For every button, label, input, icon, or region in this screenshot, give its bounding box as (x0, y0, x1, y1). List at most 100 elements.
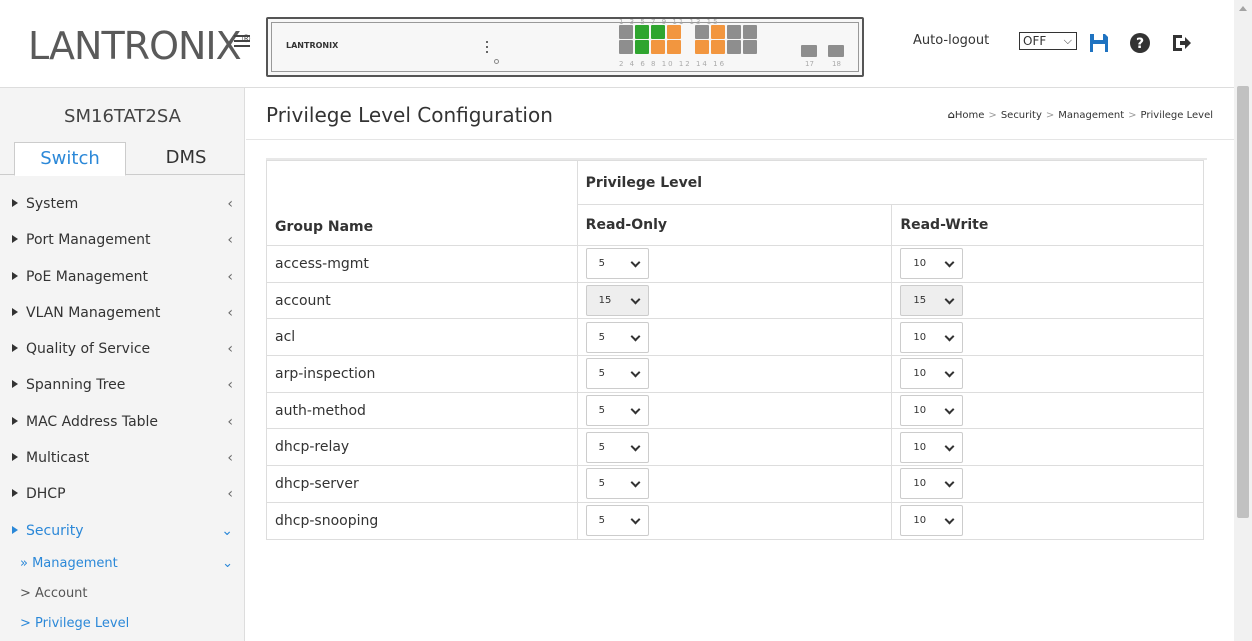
read-only-select[interactable]: 5 (585, 505, 649, 537)
breadcrumb-security[interactable]: Security (1001, 110, 1042, 121)
device-name: SM16TAT2SA (64, 106, 181, 127)
sidebar-item-mac-address-table[interactable]: MAC Address Table ‹ (0, 404, 245, 440)
page-scrollbar[interactable] (1234, 0, 1252, 641)
sidebar-item-security[interactable]: Security ⌄ (0, 513, 245, 549)
breadcrumb-privilege-level: Privilege Level (1140, 110, 1213, 121)
sidebar-item-port-management[interactable]: Port Management ‹ (0, 222, 245, 258)
read-write-value: 10 (913, 441, 927, 453)
port-4[interactable] (635, 40, 649, 54)
sidebar-item-vlan-management[interactable]: VLAN Management ‹ (0, 295, 245, 331)
sidebar-subitem-privilege-level[interactable]: > Privilege Level (0, 609, 245, 639)
sidebar-item-label: PoE Management (26, 268, 149, 285)
port-15[interactable] (743, 25, 757, 39)
read-write-select[interactable]: 10 (900, 395, 964, 427)
chevron-down-icon: ⌵ (1063, 34, 1072, 47)
sidebar-subitem-label: » Management (20, 555, 118, 571)
port-7[interactable] (667, 25, 681, 39)
breadcrumb: ⌂Home > Security > Management > Privilege Leve… (947, 110, 1213, 121)
sfp-port-17[interactable] (801, 45, 817, 57)
read-write-select[interactable]: 10 (900, 505, 964, 537)
breadcrumb-management[interactable]: Management (1058, 110, 1124, 121)
caret-right-icon (12, 525, 18, 534)
chevron-down-icon (630, 257, 641, 268)
logout-icon[interactable] (1170, 32, 1192, 54)
group-name-cell: access-mgmt (266, 245, 578, 283)
read-only-select[interactable]: 5 (585, 358, 649, 390)
tab-dms[interactable]: DMS (140, 142, 232, 176)
port-2[interactable] (619, 40, 633, 54)
home-icon: ⌂ (947, 110, 955, 121)
port-5[interactable] (651, 25, 665, 39)
chevron-left-icon: ‹ (227, 450, 233, 467)
port-12[interactable] (711, 40, 725, 54)
help-icon[interactable]: ? (1129, 32, 1151, 54)
autologout-select[interactable]: OFF ⌵ (1019, 32, 1077, 50)
read-write-select[interactable]: 10 (900, 468, 964, 500)
read-only-select[interactable]: 15 (585, 285, 649, 317)
port-3[interactable] (635, 25, 649, 39)
sidebar-item-label: MAC Address Table (26, 413, 159, 430)
hamburger-menu-icon[interactable] (234, 35, 250, 50)
chevron-left-icon: ‹ (227, 268, 233, 285)
port-9[interactable] (695, 25, 709, 39)
save-icon[interactable] (1088, 32, 1110, 54)
port-6[interactable] (651, 40, 665, 54)
port-11[interactable] (711, 25, 725, 39)
read-write-cell: 10 (891, 501, 1204, 540)
table-row: access-mgmt 5 10 (266, 245, 1204, 283)
panel-brand: LANTRONIX (286, 41, 339, 50)
chevron-down-icon (630, 367, 641, 378)
sfp-port-18[interactable] (828, 45, 844, 57)
read-only-cell: 15 (576, 281, 893, 320)
read-only-cell: 5 (576, 465, 893, 503)
read-write-cell: 10 (891, 428, 1204, 467)
sidebar-item-poe-management[interactable]: PoE Management ‹ (0, 259, 245, 295)
read-write-select[interactable]: 10 (900, 248, 964, 280)
sidebar-tabs: Switch DMS (0, 142, 245, 176)
chevron-left-icon: ‹ (227, 377, 233, 394)
read-only-select[interactable]: 5 (585, 248, 649, 280)
sidebar-item-multicast[interactable]: Multicast ‹ (0, 440, 245, 476)
read-write-cell: 10 (891, 245, 1204, 283)
sidebar-item-qos[interactable]: Quality of Service ‹ (0, 331, 245, 367)
tab-switch[interactable]: Switch (14, 142, 126, 176)
read-write-cell: 10 (891, 465, 1204, 503)
port-14[interactable] (727, 40, 741, 54)
read-write-select[interactable]: 10 (900, 321, 964, 353)
table-row: account 15 15 (266, 281, 1204, 320)
read-write-value: 10 (913, 368, 927, 380)
sidebar-item-system[interactable]: System ‹ (0, 186, 245, 222)
sidebar-item-label: Multicast (26, 450, 90, 467)
read-write-select[interactable]: 10 (900, 358, 964, 390)
chevron-left-icon: ‹ (227, 196, 233, 212)
port-1[interactable] (619, 25, 633, 39)
read-only-select[interactable]: 5 (585, 321, 649, 353)
sidebar-subitem-account[interactable]: > Account (0, 579, 245, 609)
read-only-value: 5 (598, 258, 606, 270)
read-write-value: 15 (913, 295, 927, 307)
read-only-value: 5 (598, 405, 606, 417)
scroll-up-icon[interactable] (1239, 6, 1247, 11)
chevron-down-icon: ⌄ (221, 522, 233, 539)
read-only-select[interactable]: 5 (585, 468, 649, 500)
read-only-cell: 5 (576, 318, 893, 357)
sidebar-item-dhcp[interactable]: DHCP ‹ (0, 476, 245, 512)
breadcrumb-home[interactable]: Home (955, 110, 985, 121)
group-name-cell: arp-inspection (266, 355, 578, 393)
scrollbar-thumb[interactable] (1237, 86, 1249, 518)
port-13[interactable] (727, 25, 741, 39)
caret-right-icon (12, 235, 18, 244)
read-only-value: 5 (598, 515, 606, 527)
read-only-select[interactable]: 5 (585, 431, 649, 463)
read-only-select[interactable]: 5 (585, 395, 649, 427)
port-8[interactable] (667, 40, 681, 54)
read-write-select[interactable]: 15 (900, 285, 964, 317)
read-write-value: 10 (913, 258, 927, 270)
sidebar-item-spanning-tree[interactable]: Spanning Tree ‹ (0, 367, 245, 403)
sidebar-item-label: DHCP (26, 486, 66, 503)
port-10[interactable] (695, 40, 709, 54)
read-only-value: 5 (598, 368, 606, 380)
sidebar-subitem-management[interactable]: » Management ⌄ (0, 549, 245, 579)
port-16[interactable] (743, 40, 757, 54)
read-write-select[interactable]: 10 (900, 431, 964, 463)
